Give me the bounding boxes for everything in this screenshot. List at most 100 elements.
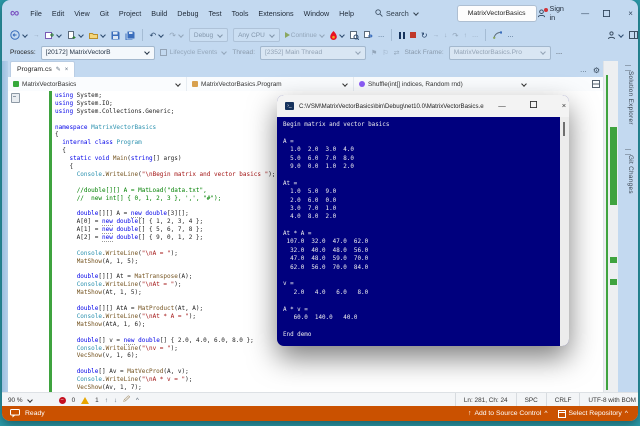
menu-test[interactable]: Test <box>203 7 226 20</box>
code-line[interactable]: Console.WriteLine("\nAt * A = "); <box>55 313 275 321</box>
code-line[interactable]: namespace MatrixVectorBasics <box>55 124 275 132</box>
navigate-forward-button[interactable]: → <box>33 32 40 39</box>
open-file-button[interactable] <box>88 31 106 40</box>
redo-button[interactable]: ↷ <box>169 31 184 40</box>
code-line[interactable]: double[] Av = MatVecProd(A, v); <box>55 368 275 376</box>
type-dropdown[interactable]: MatrixVectorBasics.Program <box>187 77 354 91</box>
code-line[interactable]: double[][] A = new double[3][]; <box>55 210 275 219</box>
close-button[interactable]: × <box>625 9 636 18</box>
warnings-icon[interactable] <box>81 396 90 404</box>
code-line[interactable]: Console.WriteLine("\nA * v = "); <box>55 376 275 384</box>
menu-project[interactable]: Project <box>114 7 146 20</box>
errors-icon[interactable]: – <box>58 396 66 404</box>
code-line[interactable]: Console.WriteLine("\nBegin matrix and ve… <box>55 171 276 179</box>
code-map-button[interactable] <box>493 31 503 39</box>
code-line[interactable]: MatShow(At, 1, 5); <box>55 289 275 297</box>
undo-button[interactable]: ↶ <box>150 31 165 40</box>
live-share-button[interactable] <box>607 30 624 40</box>
continue-button[interactable]: Continue <box>284 32 325 39</box>
find-in-files-button[interactable] <box>349 30 359 40</box>
code-line[interactable]: VecShow(v, 1, 6); <box>55 352 275 360</box>
menu-help[interactable]: Help <box>334 7 359 20</box>
encoding[interactable]: UTF-8 with BOM <box>579 393 638 407</box>
project-dropdown[interactable]: MatrixVectorBasics <box>8 77 187 91</box>
code-line[interactable]: double[] v = new double[] { 2.0, 4.0, 6.… <box>55 336 275 345</box>
code-line[interactable]: Console.WriteLine("\nAt = "); <box>55 281 275 289</box>
extra-overflow-button[interactable]: … <box>507 32 514 39</box>
warnings-count[interactable]: 1 <box>95 397 99 404</box>
new-project-button[interactable] <box>44 31 62 40</box>
window-layout-button[interactable] <box>629 31 638 39</box>
code-line[interactable]: Console.WriteLine("\nv = "); <box>55 345 275 353</box>
console-close-button[interactable]: × <box>551 95 569 117</box>
solution-name-badge[interactable]: MatrixVectorBasics <box>456 4 537 22</box>
minimize-button[interactable]: — <box>580 9 591 18</box>
menu-file[interactable]: File <box>25 7 47 20</box>
save-all-button[interactable] <box>125 31 135 40</box>
code-line[interactable]: double[][] AtA = MatProduct(At, A); <box>55 305 275 313</box>
hot-reload-button[interactable] <box>330 30 345 40</box>
close-tab-icon[interactable]: × <box>65 67 69 73</box>
menu-build[interactable]: Build <box>146 7 172 20</box>
unflag-threads-icon[interactable]: ⚐ <box>382 49 388 57</box>
stop-debugging-button[interactable] <box>409 32 416 38</box>
tabstrip-overflow-button[interactable]: … <box>580 67 587 74</box>
code-line[interactable]: internal class Program <box>55 139 275 147</box>
code-line[interactable]: MatShow(AtA, 1, 6); <box>55 321 275 329</box>
tab-solution-explorer[interactable]: Solution Explorer <box>627 71 634 125</box>
show-next-statement-button[interactable]: → <box>433 32 440 39</box>
code-line[interactable]: Console.WriteLine("\nA = "); <box>55 250 275 258</box>
step-over-button[interactable]: ↷ <box>452 31 458 40</box>
lifecycle-events-button[interactable]: Lifecycle Events <box>159 49 228 56</box>
debug-overflow-button[interactable]: … <box>472 32 479 39</box>
line-ending[interactable]: CRLF <box>545 393 580 407</box>
console-scrollbar[interactable] <box>560 117 569 346</box>
console-window[interactable]: ›_ C:\VSM\MatrixVectorBasics\bin\Debug\n… <box>277 95 569 346</box>
menu-tools[interactable]: Tools <box>227 7 254 20</box>
code-line[interactable] <box>55 202 275 210</box>
console-maximize-button[interactable] <box>520 95 546 117</box>
code-line[interactable]: //double[][] A = MatLoad("data.txt", <box>55 187 275 195</box>
caret-position[interactable]: Ln: 281, Ch: 24 <box>454 393 516 407</box>
code-line[interactable]: { <box>55 147 275 155</box>
console-scrollbar-thumb[interactable] <box>563 122 565 136</box>
code-line[interactable]: // new int[] { 0, 1, 2, 3 }, ',', "#"); <box>55 195 275 203</box>
solution-explorer-sync-button[interactable] <box>363 30 373 40</box>
flag-threads-icon[interactable]: ⚑ <box>371 49 377 57</box>
save-button[interactable] <box>111 31 120 40</box>
menu-view[interactable]: View <box>69 7 94 20</box>
procbar-overflow-button[interactable]: … <box>556 49 563 56</box>
add-item-button[interactable] <box>67 30 84 40</box>
tabstrip-settings-icon[interactable]: ⚙ <box>593 66 600 75</box>
select-repository-button[interactable]: Select Repository ^ <box>557 409 628 418</box>
thread-dropdown[interactable]: [2352] Main Thread <box>260 45 367 60</box>
code-line[interactable]: A[0] = new double[] { 1, 2, 3, 4 }; <box>55 218 275 227</box>
menu-window[interactable]: Window <box>299 7 335 20</box>
maximize-button[interactable] <box>602 9 614 17</box>
code-line[interactable]: { <box>55 131 275 139</box>
add-to-source-control-button[interactable]: ↑ Add to Source Control ^ <box>468 410 547 417</box>
errors-count[interactable]: 0 <box>72 397 76 404</box>
code-line[interactable] <box>55 360 275 368</box>
tab-program-cs[interactable]: Program.cs ✎ × <box>10 61 76 77</box>
split-window-icon[interactable] <box>592 80 600 88</box>
code-line[interactable]: A[1] = new double[] { 5, 6, 7, 8 }; <box>55 226 275 235</box>
code-line[interactable]: double[][] At = MatTranspose(A); <box>55 273 275 281</box>
menu-extensions[interactable]: Extensions <box>253 7 298 20</box>
toggle-flagged-icon[interactable]: ⇄ <box>394 49 400 57</box>
process-dropdown[interactable]: [20172] MatrixVectorB <box>40 45 155 60</box>
break-all-button[interactable] <box>399 31 405 39</box>
code-line[interactable]: VecShow(Av, 1, 7); <box>55 384 275 392</box>
solution-platforms-dropdown[interactable]: Any CPU <box>233 28 280 42</box>
code-line[interactable]: using System; <box>55 92 275 100</box>
next-issue-button[interactable]: ↓ <box>114 397 117 404</box>
step-out-button[interactable]: ↑ <box>464 32 467 39</box>
navigate-back-button[interactable] <box>10 30 28 40</box>
menu-git[interactable]: Git <box>95 7 114 20</box>
code-line[interactable] <box>55 266 275 274</box>
sign-in-button[interactable]: Sign in <box>537 4 568 22</box>
restart-button[interactable]: ↻ <box>421 31 428 40</box>
code-line[interactable] <box>55 297 275 305</box>
code-line[interactable]: static void Main(string[] args) <box>55 155 275 163</box>
editor-scrollbar[interactable] <box>603 61 618 392</box>
